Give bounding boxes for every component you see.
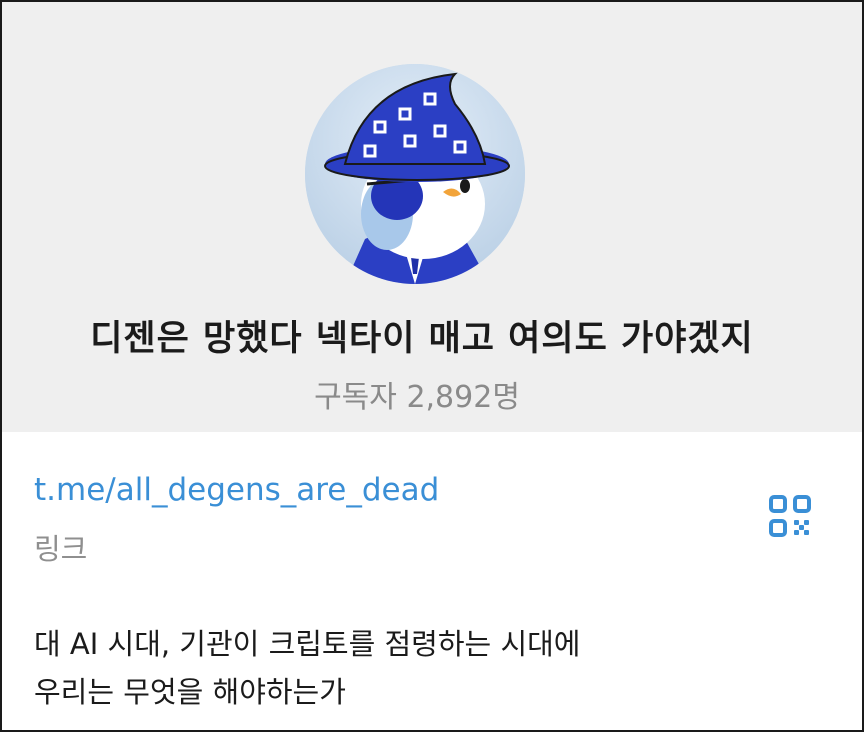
- link-caption: 링크: [34, 532, 88, 566]
- avatar[interactable]: [305, 64, 525, 284]
- description-line-2: 우리는 무엇을 해야하는가: [34, 675, 346, 709]
- profile-header: 디젠은 망했다 넥타이 매고 여의도 가야겠지 구독자 2,892명: [2, 2, 862, 432]
- subscribers-label: 구독자: [314, 380, 397, 415]
- subscriber-count: 구독자 2,892명: [2, 372, 832, 416]
- channel-title: 디젠은 망했다 넥타이 매고 여의도 가야겠지: [90, 319, 754, 359]
- subscribers-value: 2,892명: [406, 380, 520, 415]
- qr-code-icon: [769, 495, 811, 537]
- channel-profile-panel: 디젠은 망했다 넥타이 매고 여의도 가야겠지 구독자 2,892명 t.me/…: [0, 0, 864, 732]
- penguin-wizard-icon: [305, 64, 525, 284]
- channel-description: 대 AI 시대, 기관이 크립토를 점령하는 시대에 우리는 무엇을 해야하는가: [34, 620, 834, 716]
- description-line-1: 대 AI 시대, 기관이 크립토를 점령하는 시대에: [34, 627, 581, 661]
- qr-code-button[interactable]: [766, 492, 814, 540]
- channel-link[interactable]: t.me/all_degens_are_dead: [34, 472, 439, 508]
